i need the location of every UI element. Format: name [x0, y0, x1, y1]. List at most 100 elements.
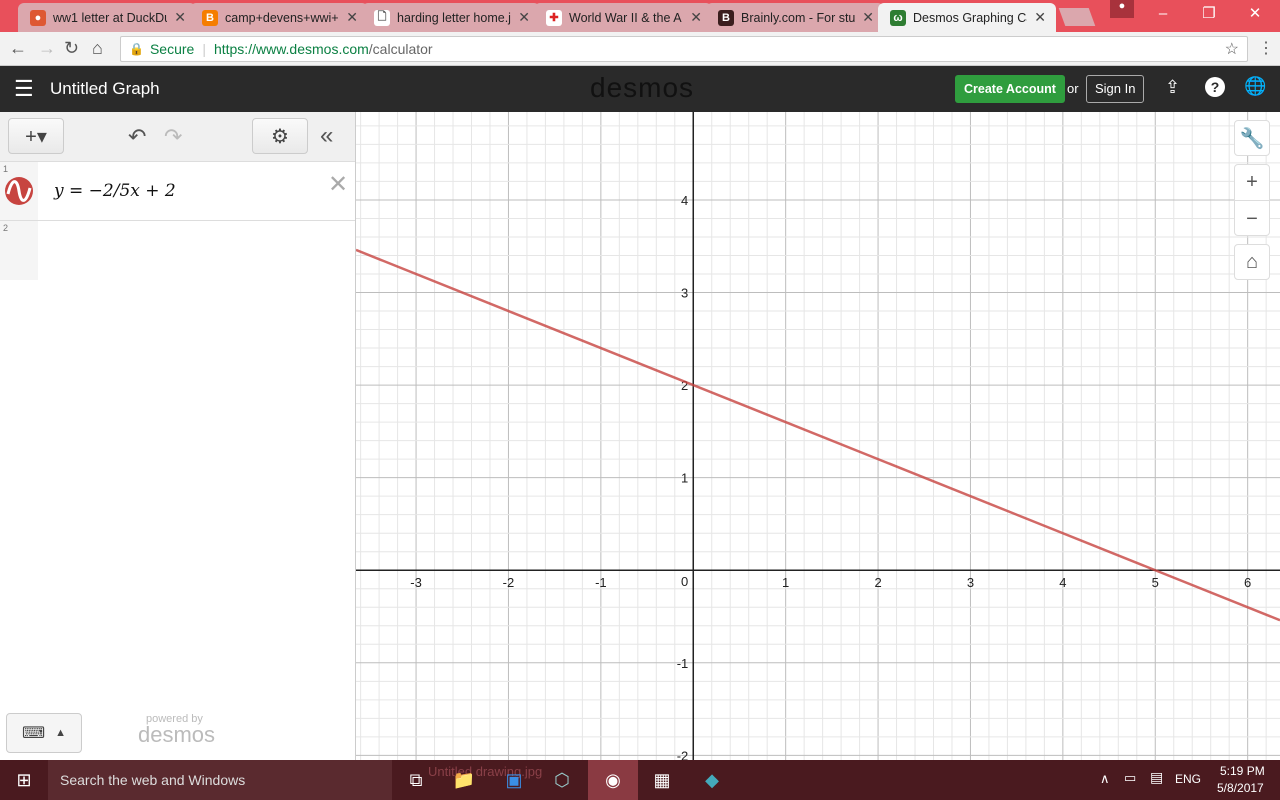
expression-index: 2: [3, 223, 9, 233]
tab-title: ww1 letter at DuckDu: [53, 10, 168, 25]
close-tab-icon[interactable]: ✕: [1034, 9, 1046, 26]
blogger-icon: B: [202, 9, 218, 26]
close-tab-icon[interactable]: ✕: [346, 9, 358, 26]
delete-expression-icon[interactable]: ✕: [328, 170, 348, 199]
graph-title[interactable]: Untitled Graph: [50, 79, 160, 99]
caret-up-icon: ▲: [55, 727, 66, 739]
x-tick-label: 5: [1152, 575, 1159, 590]
redo-icon[interactable]: ↷: [164, 124, 182, 150]
tab-title: harding letter home.j: [397, 10, 511, 25]
secure-label: Secure: [149, 41, 195, 57]
tab-title: World War II & the A: [569, 10, 682, 25]
hamburger-menu-icon[interactable]: ☰: [14, 76, 34, 102]
settings-gear-button[interactable]: ⚙: [252, 118, 308, 154]
clock-time[interactable]: 5:19 PM: [1220, 764, 1265, 778]
network-icon[interactable]: ▭: [1124, 770, 1136, 786]
start-button[interactable]: ⊞: [0, 760, 48, 800]
duckduckgo-icon: ●: [30, 9, 46, 26]
language-globe-icon[interactable]: 🌐: [1244, 76, 1266, 97]
keypad-toggle-button[interactable]: ⌨ ▲: [6, 713, 82, 753]
tab-title: Desmos Graphing Ca: [913, 10, 1028, 25]
desmos-icon: ω: [890, 9, 906, 26]
expression-math[interactable]: y = −2/5x + 2: [54, 181, 176, 201]
notifications-icon[interactable]: ▤: [1150, 769, 1163, 786]
new-tab-button[interactable]: [1058, 8, 1096, 26]
show-hidden-icons[interactable]: ∧: [1100, 771, 1110, 787]
bookmark-star-icon[interactable]: ☆: [1225, 39, 1239, 59]
keyboard-icon: ⌨: [22, 725, 46, 742]
clock-date[interactable]: 5/8/2017: [1217, 781, 1264, 795]
add-item-button[interactable]: +▾: [8, 118, 64, 154]
x-tick-label: -3: [410, 575, 422, 590]
default-view-home-button[interactable]: ⌂: [1234, 244, 1270, 280]
close-tab-icon[interactable]: ✕: [174, 9, 186, 26]
reload-button[interactable]: ↻: [64, 38, 79, 59]
tab-title: Brainly.com - For stu: [741, 10, 856, 25]
brackets-app-icon[interactable]: ▣: [490, 760, 538, 800]
task-view-icon[interactable]: ⧉: [392, 760, 440, 800]
minimize-button[interactable]: –: [1140, 0, 1186, 28]
browser-tab[interactable]: ω Desmos Graphing Ca ✕: [878, 3, 1056, 32]
profile-icon[interactable]: ●: [1110, 0, 1134, 18]
browser-tab[interactable]: ✚ World War II & the A ✕: [534, 3, 712, 32]
zoom-out-button[interactable]: −: [1235, 200, 1269, 236]
file-explorer-icon[interactable]: 📁: [440, 760, 488, 800]
create-account-button[interactable]: Create Account: [955, 75, 1065, 103]
graph-settings-wrench-button[interactable]: 🔧: [1234, 120, 1270, 156]
language-indicator[interactable]: ENG: [1175, 772, 1201, 786]
tab-title: camp+devens+wwi+: [225, 10, 339, 25]
home-button[interactable]: ⌂: [92, 38, 103, 59]
graph-canvas[interactable]: -3 -2 -1 1 2 3 4 5 64321-1-20: [356, 112, 1280, 760]
taskbar-search-input[interactable]: Search the web and Windows: [48, 760, 392, 800]
sign-in-button[interactable]: Sign In: [1086, 75, 1145, 103]
expression-toolbar: +▾ ↶ ↷ ⚙ «: [0, 112, 355, 162]
close-window-button[interactable]: ✕: [1232, 0, 1278, 28]
browser-tab-strip: ● ww1 letter at DuckDu ✕ Bcamp+devens+wwi+ ✕…: [0, 0, 1280, 32]
or-label: or: [1067, 81, 1079, 96]
browser-tab[interactable]: ● ww1 letter at DuckDu ✕: [18, 3, 196, 32]
y-tick-label: -2: [677, 748, 689, 760]
chrome-menu-icon[interactable]: ⋮: [1258, 38, 1274, 58]
graph-paper[interactable]: -3 -2 -1 1 2 3 4 5 6 4 3 2 1 -1 -2 0 🔧 + − ⌂: [356, 112, 1280, 760]
chrome-taskbar-icon[interactable]: ◉: [588, 760, 638, 800]
expression-index: 1: [3, 164, 9, 174]
y-tick-label: -1: [677, 656, 689, 671]
empty-expression-row[interactable]: 2: [0, 221, 355, 280]
x-tick-label: 2: [874, 575, 881, 590]
help-icon[interactable]: ?: [1205, 77, 1225, 97]
browser-tab[interactable]: B Brainly.com - For stu ✕: [706, 3, 884, 32]
url-input[interactable]: 🔒 Secure | https://www.desmos.com/calcul…: [120, 36, 1248, 62]
close-tab-icon[interactable]: ✕: [690, 9, 702, 26]
graph-color-toggle-icon[interactable]: [4, 176, 34, 206]
collapse-panel-icon[interactable]: «: [320, 122, 333, 150]
brainly-icon: B: [718, 9, 734, 26]
url-host: https://www.desmos.com: [213, 41, 369, 57]
series-line: [356, 248, 1280, 622]
y-tick-label: 4: [681, 193, 688, 208]
red-cross-icon: ✚: [546, 9, 562, 26]
zoom-controls: + −: [1234, 164, 1270, 236]
undo-icon[interactable]: ↶: [128, 124, 146, 150]
restore-button[interactable]: ❐: [1186, 0, 1232, 28]
kodi-icon[interactable]: ◆: [688, 760, 736, 800]
file-icon: 🗋: [374, 9, 390, 26]
forward-button[interactable]: →: [38, 38, 56, 59]
virtualbox-icon[interactable]: ⬡: [538, 760, 586, 800]
windows-taskbar: ⊞ Search the web and Windows Untitled dr…: [0, 760, 1280, 800]
x-tick-label: -2: [503, 575, 515, 590]
x-tick-label: -1: [595, 575, 607, 590]
share-icon[interactable]: ⇪: [1165, 77, 1180, 98]
calculator-icon[interactable]: ▦: [638, 760, 686, 800]
x-tick-label: 4: [1059, 575, 1066, 590]
browser-tab[interactable]: 🗋 harding letter home.j ✕: [362, 3, 540, 32]
close-tab-icon[interactable]: ✕: [518, 9, 530, 26]
expression-row[interactable]: 1 y = −2/5x + 2 ✕: [0, 162, 355, 221]
back-button[interactable]: ←: [9, 38, 27, 59]
x-tick-label: 3: [967, 575, 974, 590]
zoom-in-button[interactable]: +: [1246, 164, 1258, 200]
close-tab-icon[interactable]: ✕: [862, 9, 874, 26]
x-tick-label: 1: [782, 575, 789, 590]
url-path: /calculator: [368, 41, 433, 57]
browser-tab[interactable]: Bcamp+devens+wwi+ ✕: [190, 3, 368, 32]
desmos-logo: desmos: [590, 72, 695, 103]
